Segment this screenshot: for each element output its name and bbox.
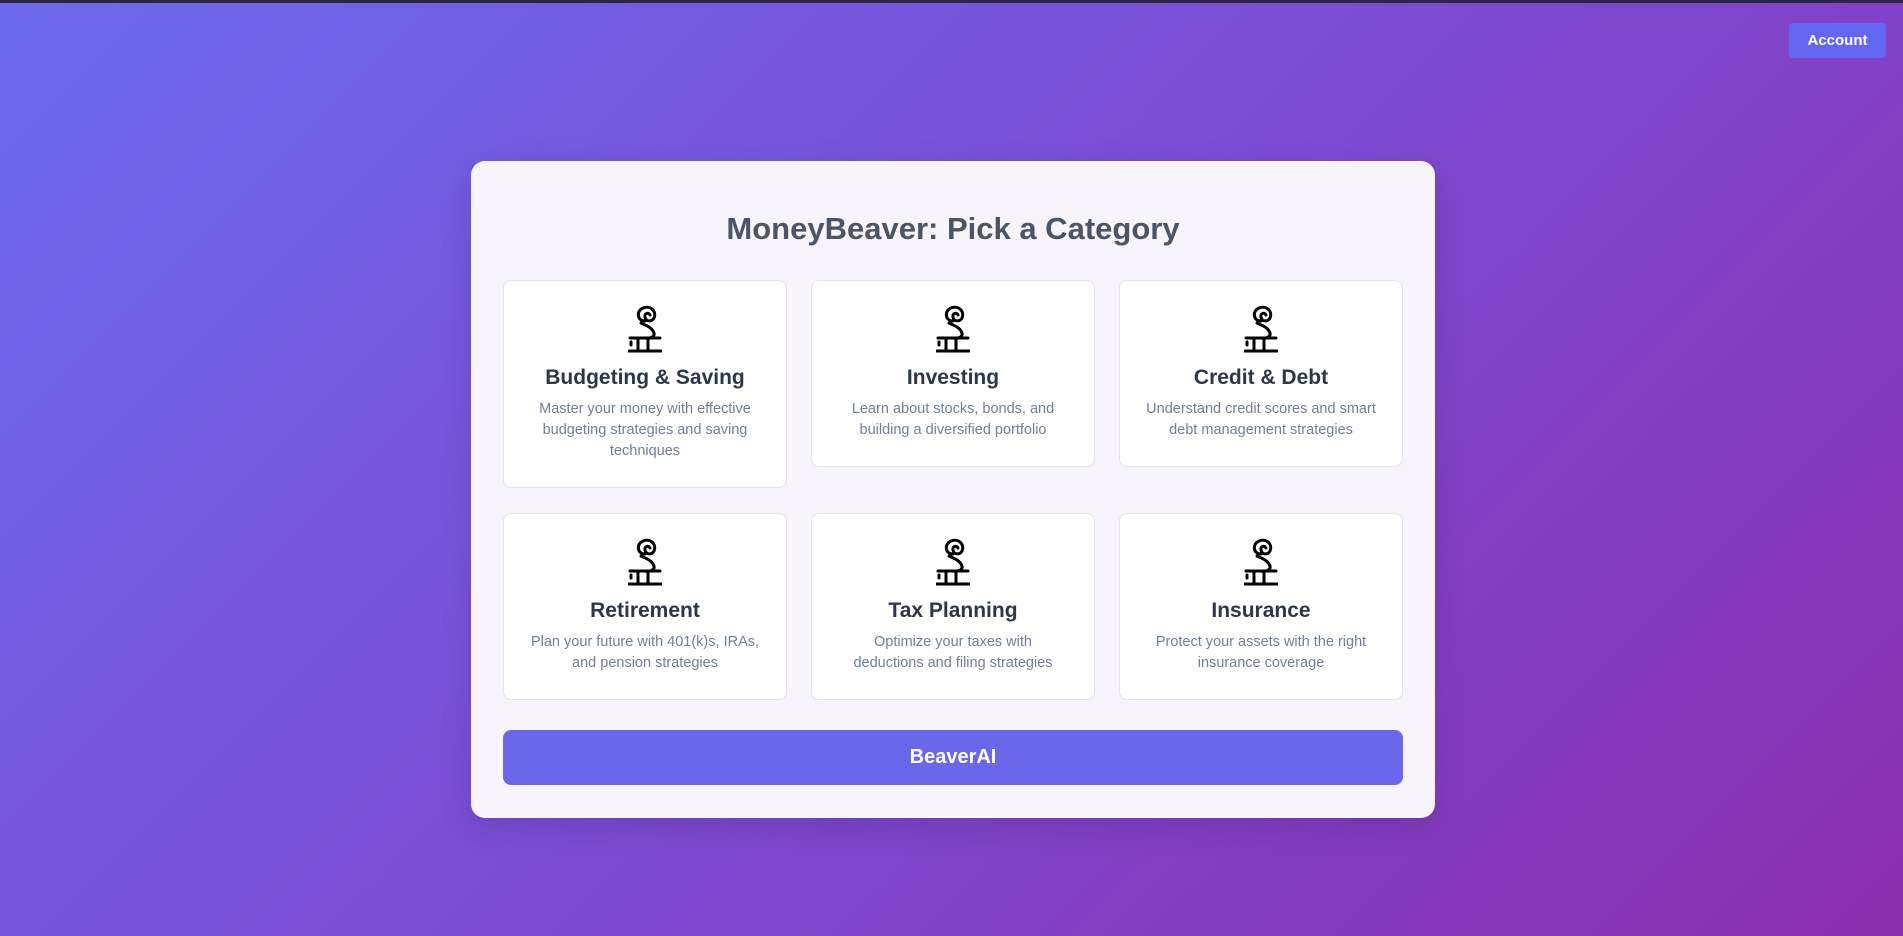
beaver-statue-icon — [1244, 305, 1278, 353]
category-title: Retirement — [590, 599, 700, 622]
category-card-insurance[interactable]: Insurance Protect your assets with the r… — [1119, 513, 1403, 700]
category-description: Plan your future with 401(k)s, IRAs, and… — [530, 634, 760, 671]
category-description: Protect your assets with the right insur… — [1155, 634, 1367, 671]
category-card-budgeting-saving[interactable]: Budgeting & Saving Master your money wit… — [503, 280, 787, 488]
category-card-credit-debt[interactable]: Credit & Debt Understand credit scores a… — [1119, 280, 1403, 467]
beaver-statue-icon — [936, 305, 970, 353]
account-button[interactable]: Account — [1789, 23, 1886, 58]
category-title: Investing — [906, 366, 1000, 389]
category-description: Master your money with effective budgeti… — [539, 401, 751, 459]
beaver-statue-icon — [628, 305, 662, 353]
beaver-statue-icon — [936, 538, 970, 586]
category-panel: MoneyBeaver: Pick a Category Budgeting &… — [471, 161, 1435, 818]
category-card-retirement[interactable]: Retirement Plan your future with 401(k)s… — [503, 513, 787, 700]
beaver-statue-icon — [1244, 538, 1278, 586]
category-title: Tax Planning — [888, 599, 1018, 622]
page-title: MoneyBeaver: Pick a Category — [726, 211, 1180, 246]
category-grid: Budgeting & Saving Master your money wit… — [503, 280, 1403, 700]
category-title: Credit & Debt — [1193, 366, 1329, 389]
top-border-line — [0, 0, 1903, 3]
category-title: Insurance — [1211, 599, 1311, 622]
category-title: Budgeting & Saving — [545, 366, 745, 389]
beaverai-button[interactable]: BeaverAI — [503, 730, 1403, 785]
category-card-tax-planning[interactable]: Tax Planning Optimize your taxes with de… — [811, 513, 1095, 700]
beaver-statue-icon — [628, 538, 662, 586]
category-description: Understand credit scores and smart debt … — [1146, 401, 1376, 438]
category-card-investing[interactable]: Investing Learn about stocks, bonds, and… — [811, 280, 1095, 467]
category-description: Optimize your taxes with deductions and … — [853, 634, 1053, 671]
category-description: Learn about stocks, bonds, and building … — [851, 401, 1055, 438]
